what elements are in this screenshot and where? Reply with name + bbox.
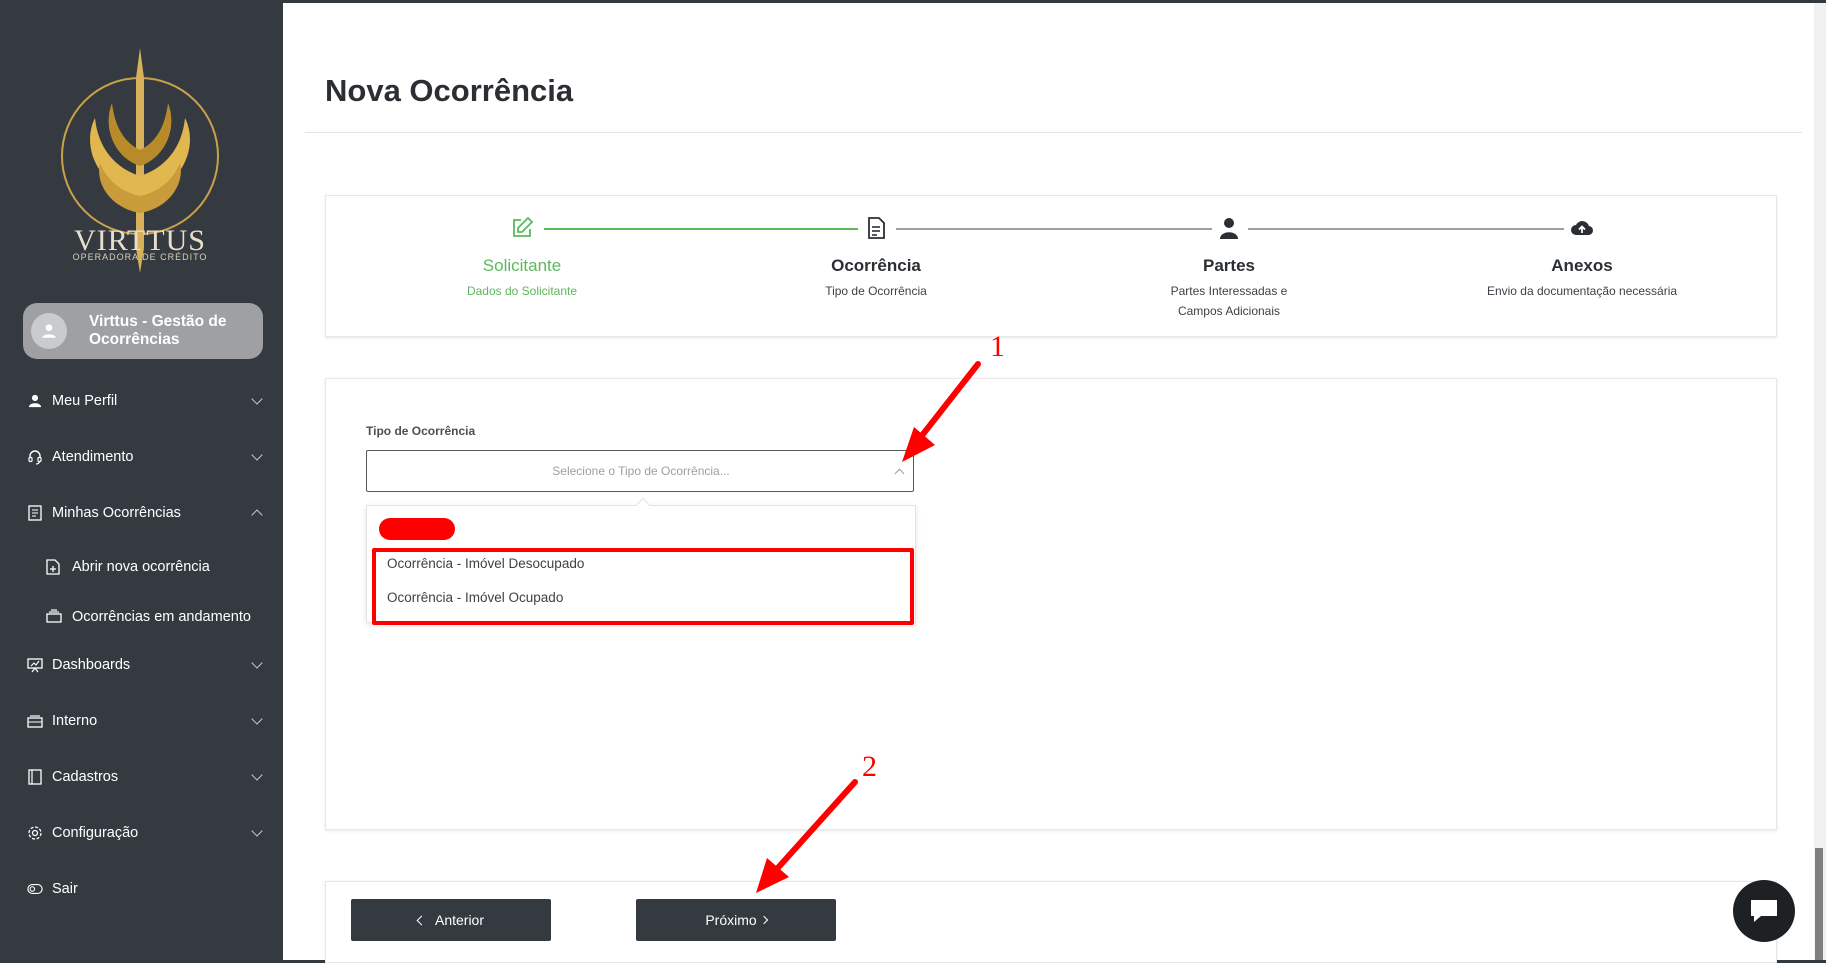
sidebar-item-label: Cadastros <box>52 769 119 785</box>
logo-subtitle: OPERADORA DE CRÉDITO <box>72 252 208 262</box>
form-card: Tipo de Ocorrência Selecione o Tipo de O… <box>325 378 1777 830</box>
scrollbar-thumb[interactable] <box>1815 848 1823 960</box>
sidebar-item-label: Configuração <box>52 825 139 841</box>
presentation-icon <box>27 657 43 673</box>
chevron-up-icon <box>251 509 263 521</box>
chevron-left-icon <box>416 915 427 925</box>
edit-icon <box>510 216 534 240</box>
title-divider <box>305 132 1802 133</box>
cloud-upload-icon <box>1570 216 1594 240</box>
stack-icon <box>46 609 62 625</box>
anterior-button-label: Anterior <box>434 912 485 928</box>
chevron-down-icon <box>251 769 263 781</box>
sidebar-item-cadastros[interactable]: Cadastros <box>0 762 283 792</box>
document-icon <box>27 505 43 521</box>
step-connector <box>1248 228 1564 230</box>
redacted-option <box>379 518 455 540</box>
main-content: Nova Ocorrência Solicitante Dados do Sol… <box>283 3 1814 963</box>
toggle-icon <box>27 881 43 897</box>
sidebar-item-configuracao[interactable]: Configuração <box>0 818 283 848</box>
tipo-ocorrencia-label: Tipo de Ocorrência <box>366 424 476 438</box>
annotation-number-2: 2 <box>862 750 877 783</box>
select-placeholder: Selecione o Tipo de Ocorrência... <box>552 464 730 478</box>
step-connector <box>896 228 1212 230</box>
sidebar-item-label: Sair <box>52 881 78 897</box>
sidebar-item-label: Abrir nova ocorrência <box>72 559 210 575</box>
sidebar-item-label: Ocorrências em andamento <box>72 609 251 625</box>
chat-bubble-icon <box>1751 900 1777 922</box>
sidebar-item-label: Minhas Ocorrências <box>52 505 181 521</box>
chevron-down-icon <box>251 449 263 461</box>
person-icon <box>1217 216 1241 240</box>
sidebar-item-minhas-ocorrencias[interactable]: Minhas Ocorrências <box>0 498 283 528</box>
file-plus-icon <box>46 559 62 575</box>
stepper-card: Solicitante Dados do Solicitante Ocorrên… <box>325 195 1777 337</box>
anterior-button[interactable]: Anterior <box>351 899 551 941</box>
step-subtitle: Tipo de Ocorrência <box>825 284 927 298</box>
sidebar-subitem-abrir-nova-ocorrencia[interactable]: Abrir nova ocorrência <box>0 552 283 582</box>
proximo-button[interactable]: Próximo <box>636 899 836 941</box>
annotation-highlight-box <box>372 548 914 625</box>
step-subtitle: Dados do Solicitante <box>466 284 578 298</box>
sidebar-item-atendimento[interactable]: Atendimento <box>0 442 283 472</box>
file-text-icon <box>864 216 888 240</box>
navigation-footer: Anterior Próximo <box>325 881 1777 963</box>
tipo-ocorrencia-dropdown: Ocorrência - Imóvel Desocupado Ocorrênci… <box>366 497 916 625</box>
sidebar-item-dashboards[interactable]: Dashboards <box>0 650 283 680</box>
user-avatar-icon <box>42 324 56 338</box>
archive-icon <box>27 713 43 729</box>
user-name: Virttus - Gestão de Ocorrências <box>89 313 227 348</box>
chevron-down-icon <box>251 657 263 669</box>
chevron-down-icon <box>251 825 263 837</box>
avatar <box>31 313 67 349</box>
chevron-right-icon <box>759 915 768 925</box>
proximo-button-label: Próximo <box>705 912 757 928</box>
headset-icon <box>27 449 43 465</box>
user-profile-pill[interactable]: Virttus - Gestão de Ocorrências <box>23 303 263 359</box>
scrollbar-track[interactable] <box>1814 3 1826 960</box>
dropdown-caret <box>635 497 651 513</box>
chevron-down-icon <box>251 393 263 405</box>
sidebar-item-label: Meu Perfil <box>52 393 118 409</box>
gear-icon <box>27 825 43 841</box>
step-title: Partes <box>1203 256 1255 275</box>
user-icon <box>27 393 43 409</box>
sidebar: VIRTTUS OPERADORA DE CRÉDITO Virttus - G… <box>0 0 283 963</box>
tipo-ocorrencia-select[interactable]: Selecione o Tipo de Ocorrência... <box>366 450 914 492</box>
chevron-down-icon <box>251 713 263 725</box>
sidebar-item-interno[interactable]: Interno <box>0 706 283 736</box>
step-subtitle: Partes Interessadas e Campos Adicionais <box>1170 284 1288 318</box>
book-icon <box>27 769 43 785</box>
step-title: Anexos <box>1551 256 1613 275</box>
sidebar-subitem-ocorrencias-em-andamento[interactable]: Ocorrências em andamento <box>0 602 283 632</box>
step-title: Solicitante <box>482 256 562 275</box>
step-title: Ocorrência <box>831 256 921 275</box>
chat-button[interactable] <box>1733 880 1795 942</box>
step-subtitle: Envio da documentação necessária <box>1486 284 1678 298</box>
sidebar-item-label: Interno <box>52 713 98 729</box>
page-title: Nova Ocorrência <box>325 73 574 108</box>
virttus-logo: VIRTTUS OPERADORA DE CRÉDITO <box>40 48 240 278</box>
sidebar-item-meu-perfil[interactable]: Meu Perfil <box>0 386 283 416</box>
step-connector-complete <box>544 228 858 230</box>
sidebar-item-label: Atendimento <box>52 449 134 465</box>
sidebar-item-sair[interactable]: Sair <box>0 874 283 904</box>
sidebar-item-label: Dashboards <box>52 657 131 673</box>
annotation-number-1: 1 <box>990 330 1005 363</box>
